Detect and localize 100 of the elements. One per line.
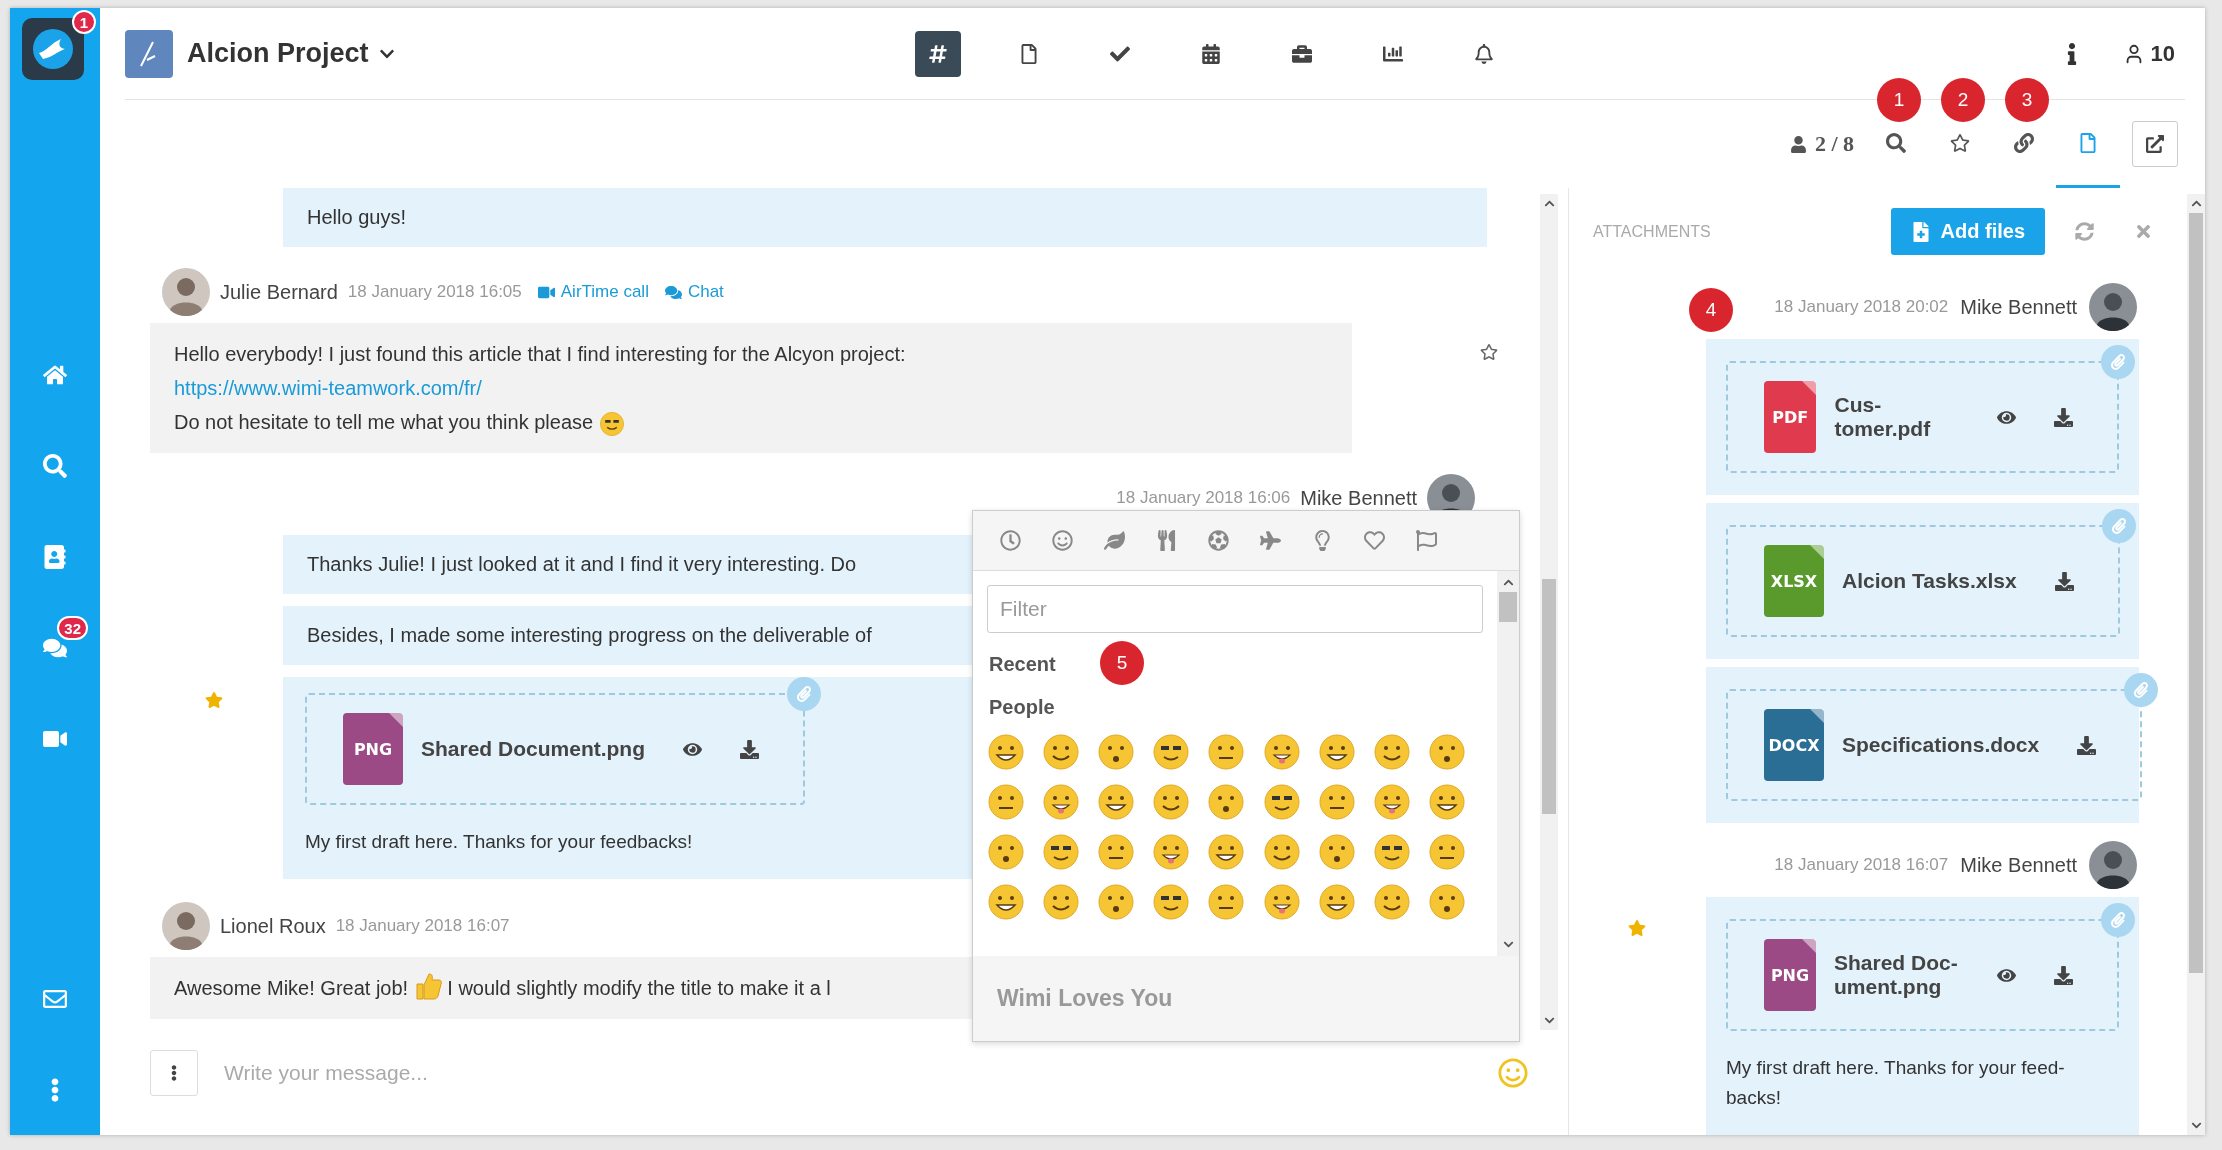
close-icon bbox=[2134, 222, 2153, 241]
download-icon bbox=[2077, 735, 2097, 755]
toolbar-tab[interactable] bbox=[915, 30, 961, 77]
file-card[interactable]: DOCX Specifications.docx bbox=[1726, 689, 2143, 801]
file-name: Cus-tomer.pdf bbox=[1834, 393, 1932, 441]
message-time: 18 January 2018 16:05 bbox=[347, 282, 522, 302]
emoji-icon[interactable] bbox=[1042, 783, 1081, 821]
project-title[interactable]: Alcion Project bbox=[187, 38, 395, 69]
notification-badge: 1 bbox=[72, 10, 96, 34]
emoji-icon[interactable] bbox=[1152, 833, 1191, 871]
message-time: 18 January 2018 16:07 bbox=[335, 916, 510, 936]
scroll-up-icon[interactable] bbox=[1502, 577, 1514, 588]
emoji-icon[interactable] bbox=[1097, 733, 1136, 771]
emoji-icon[interactable] bbox=[1207, 783, 1246, 821]
emoji-icon[interactable] bbox=[1427, 883, 1466, 921]
emoji-icon[interactable] bbox=[1317, 733, 1356, 771]
scroll-down-icon[interactable] bbox=[2190, 1120, 2202, 1131]
scroll-thumb[interactable] bbox=[1499, 592, 1517, 622]
more-button[interactable] bbox=[150, 1049, 198, 1096]
emoji-icon[interactable] bbox=[1042, 833, 1081, 871]
file-card[interactable]: PNG Shared Doc-ument.png bbox=[1726, 919, 2119, 1031]
emoji-icon[interactable] bbox=[1207, 733, 1246, 771]
flag-icon bbox=[1415, 530, 1437, 551]
emoji-icon[interactable] bbox=[1207, 833, 1246, 871]
step-marker: 2 bbox=[1941, 78, 1985, 122]
file-type-tile: PDF bbox=[1764, 381, 1817, 453]
scrollbar[interactable] bbox=[1497, 571, 1519, 956]
members-button[interactable]: 10 bbox=[2122, 40, 2175, 67]
emoji-icon[interactable] bbox=[1427, 783, 1466, 821]
author-name: Mike Bennett bbox=[1300, 486, 1417, 510]
emoji-icon[interactable] bbox=[1262, 883, 1301, 921]
scroll-up-icon[interactable] bbox=[1543, 198, 1555, 209]
emoji-icon[interactable] bbox=[1042, 733, 1081, 771]
contacts-icon bbox=[43, 544, 67, 569]
channel-icon bbox=[928, 43, 948, 64]
file-name: Shared Document.png bbox=[421, 737, 646, 761]
emoji-icon[interactable] bbox=[987, 733, 1025, 771]
external-link-button[interactable] bbox=[2132, 121, 2178, 167]
refresh-icon bbox=[2075, 222, 2094, 241]
emoji-icon[interactable] bbox=[987, 833, 1025, 871]
emoji-icon[interactable] bbox=[1152, 783, 1191, 821]
download-icon bbox=[2054, 965, 2073, 985]
avatar bbox=[2089, 841, 2137, 889]
unread-badge: 32 bbox=[57, 616, 88, 640]
emoji-icon[interactable] bbox=[1262, 783, 1301, 821]
emoji-icon[interactable] bbox=[1427, 733, 1466, 771]
emoji-icon[interactable] bbox=[1097, 783, 1136, 821]
scrollbar[interactable] bbox=[2187, 194, 2205, 1135]
file-card[interactable]: PNG Shared Document.png bbox=[305, 693, 806, 805]
emoji-icon[interactable] bbox=[1152, 733, 1191, 771]
file-type-tile: PNG bbox=[1764, 939, 1816, 1011]
emoji-icon[interactable] bbox=[987, 883, 1025, 921]
paperclip-icon bbox=[787, 677, 822, 711]
emoji-icon[interactable] bbox=[1042, 883, 1081, 921]
emoji-icon[interactable] bbox=[1152, 883, 1191, 921]
star-icon[interactable] bbox=[205, 691, 223, 709]
scroll-down-icon[interactable] bbox=[1543, 1015, 1555, 1026]
thumbs-up-icon bbox=[413, 971, 442, 1001]
message-text: My first draft here. Thanks for your feedbacks! bbox=[305, 830, 693, 854]
emoji-icon[interactable] bbox=[1372, 883, 1411, 921]
message-text: Thanks Julie! I just looked at it and I find it very interesting. Do bbox=[307, 553, 857, 575]
emoji-icon[interactable] bbox=[1317, 783, 1356, 821]
emoji-icon[interactable] bbox=[1097, 883, 1136, 921]
download-icon bbox=[740, 739, 760, 759]
emoji-icon[interactable] bbox=[1262, 833, 1301, 871]
scroll-down-icon[interactable] bbox=[1502, 939, 1514, 950]
scroll-thumb[interactable] bbox=[1542, 579, 1556, 814]
file-name: Alcion Tasks.xlsx bbox=[1842, 569, 2017, 593]
emoji-icon[interactable] bbox=[1317, 833, 1356, 871]
emoji-icon[interactable] bbox=[1427, 833, 1466, 871]
bell-icon bbox=[1474, 43, 1494, 64]
download-icon bbox=[2054, 571, 2074, 591]
file-card[interactable]: XLSX Alcion Tasks.xlsx bbox=[1726, 525, 2120, 637]
file-icon bbox=[1019, 43, 1039, 64]
emoji-icon[interactable] bbox=[987, 783, 1025, 821]
emoji-icon[interactable] bbox=[1262, 733, 1301, 771]
file-card[interactable]: PDF Cus-tomer.pdf bbox=[1726, 361, 2119, 473]
filter-field[interactable]: Filter bbox=[987, 585, 1483, 633]
utensils-icon bbox=[1155, 530, 1177, 551]
online-count: 2 / 8 bbox=[1814, 131, 1854, 157]
step-marker: 3 bbox=[2005, 78, 2049, 122]
step-marker: 4 bbox=[1689, 288, 1733, 332]
avatar bbox=[162, 268, 210, 316]
emoji-icon[interactable] bbox=[1372, 733, 1411, 771]
scroll-thumb[interactable] bbox=[2189, 213, 2203, 973]
emoji-icon[interactable] bbox=[1372, 833, 1411, 871]
emoji-icon[interactable] bbox=[1372, 783, 1411, 821]
scroll-up-icon[interactable] bbox=[2190, 198, 2202, 209]
star-icon[interactable] bbox=[1480, 343, 1498, 361]
section-heading: People bbox=[989, 696, 1055, 719]
emoji-icon[interactable] bbox=[1317, 883, 1356, 921]
search-icon bbox=[43, 453, 67, 478]
heart-icon bbox=[1363, 530, 1385, 551]
picker-footer: Wimi Loves You bbox=[997, 985, 1173, 1012]
emoji-icon[interactable] bbox=[1097, 833, 1136, 871]
chat-button[interactable]: 32 bbox=[10, 602, 100, 693]
scrollbar[interactable] bbox=[1540, 194, 1558, 1030]
star-icon[interactable] bbox=[1628, 919, 1646, 937]
emoji-icon[interactable] bbox=[1207, 883, 1246, 921]
paperclip-icon bbox=[2101, 903, 2135, 937]
